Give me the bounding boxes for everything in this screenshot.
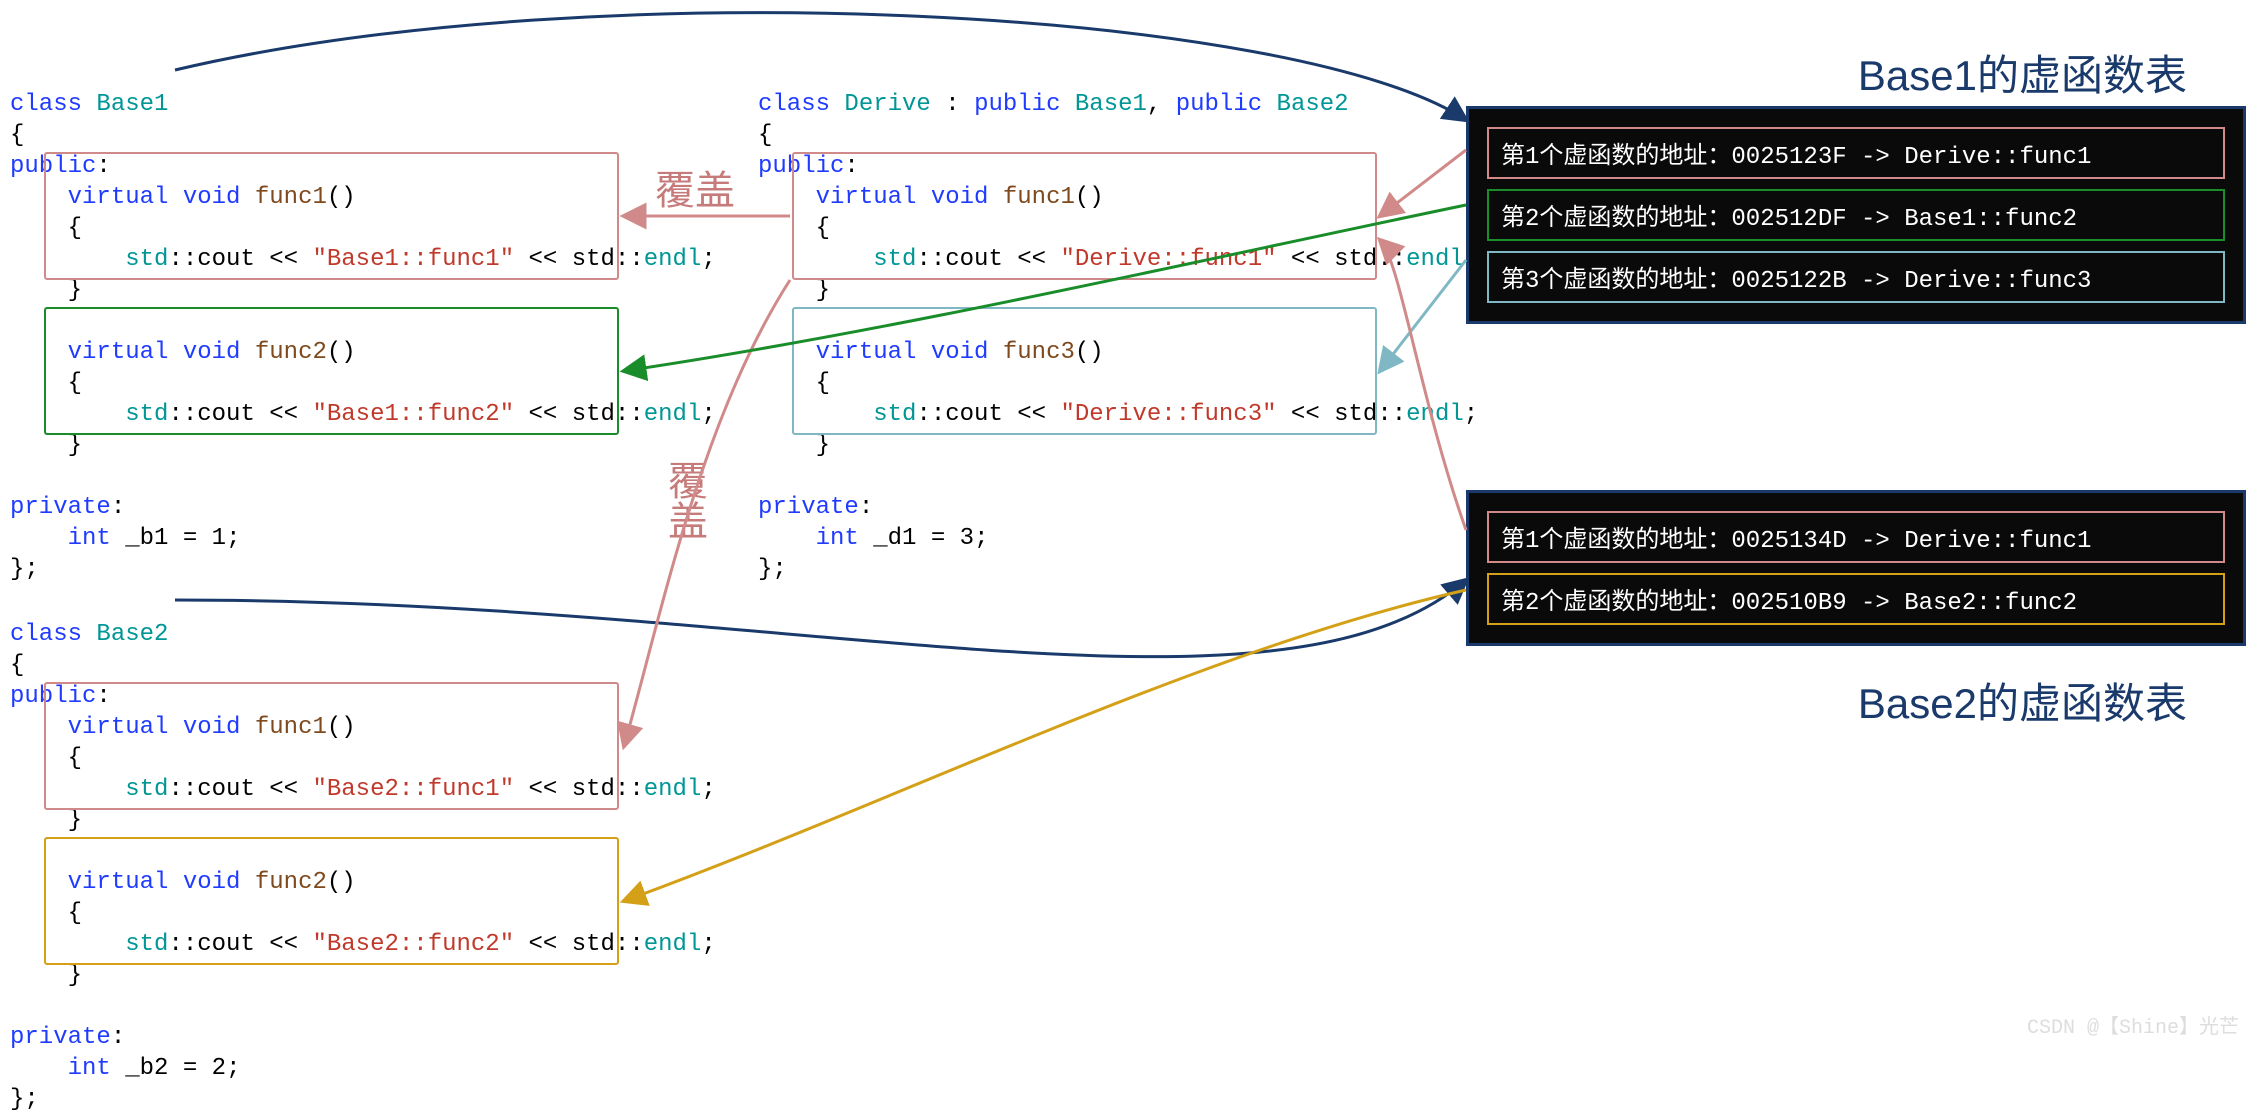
base2-func1-box [44,682,619,810]
base1-func2-box [44,307,619,435]
vtable-row: 第2个虚函数的地址：002510B9 -> Base2::func2 [1487,573,2225,625]
vtable1-title: Base1的虚函数表 [1858,42,2187,103]
vtable-row: 第3个虚函数的地址：0025122B -> Derive::func3 [1487,251,2225,303]
base2-func2-box [44,837,619,965]
vtable-row: 第1个虚函数的地址：0025134D -> Derive::func1 [1487,511,2225,563]
derive-func3-box [792,307,1377,435]
vtable1: 第1个虚函数的地址：0025123F -> Derive::func1第2个虚函… [1466,106,2246,324]
override-label-1: 覆盖 [655,158,735,216]
derive-func1-box [792,152,1377,280]
watermark: CSDN @【Shine】光芒 [2027,1010,2239,1040]
vtable2: 第1个虚函数的地址：0025134D -> Derive::func1第2个虚函… [1466,490,2246,646]
vtable2-title: Base2的虚函数表 [1858,670,2187,731]
base1-func1-box [44,152,619,280]
vtable-row: 第1个虚函数的地址：0025123F -> Derive::func1 [1487,127,2225,179]
vtable-row: 第2个虚函数的地址：002512DF -> Base1::func2 [1487,189,2225,241]
override-label-2: 覆盖 [655,460,713,540]
